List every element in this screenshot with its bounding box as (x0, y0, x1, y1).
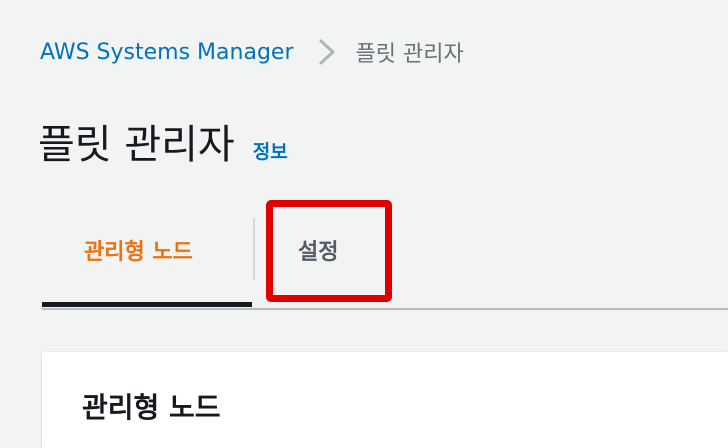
container-title: 관리형 노드 (82, 391, 221, 424)
managed-nodes-container: 관리형 노드 (42, 352, 728, 448)
breadcrumb-current: 플릿 관리자 (355, 42, 464, 67)
tab-divider (253, 218, 255, 280)
info-link[interactable]: 정보 (253, 137, 288, 164)
page-title: 플릿 관리자 (38, 122, 235, 168)
breadcrumb-link-systems-manager[interactable]: AWS Systems Manager (40, 40, 293, 65)
tab-bar-border (42, 308, 728, 310)
page-header: 플릿 관리자 정보 (38, 112, 288, 170)
tab-managed-nodes[interactable]: 관리형 노드 (84, 234, 193, 266)
highlight-box-settings (266, 200, 392, 302)
chevron-right-icon (319, 39, 335, 65)
breadcrumb: AWS Systems Manager 플릿 관리자 (40, 34, 464, 70)
active-tab-underline (42, 302, 252, 307)
